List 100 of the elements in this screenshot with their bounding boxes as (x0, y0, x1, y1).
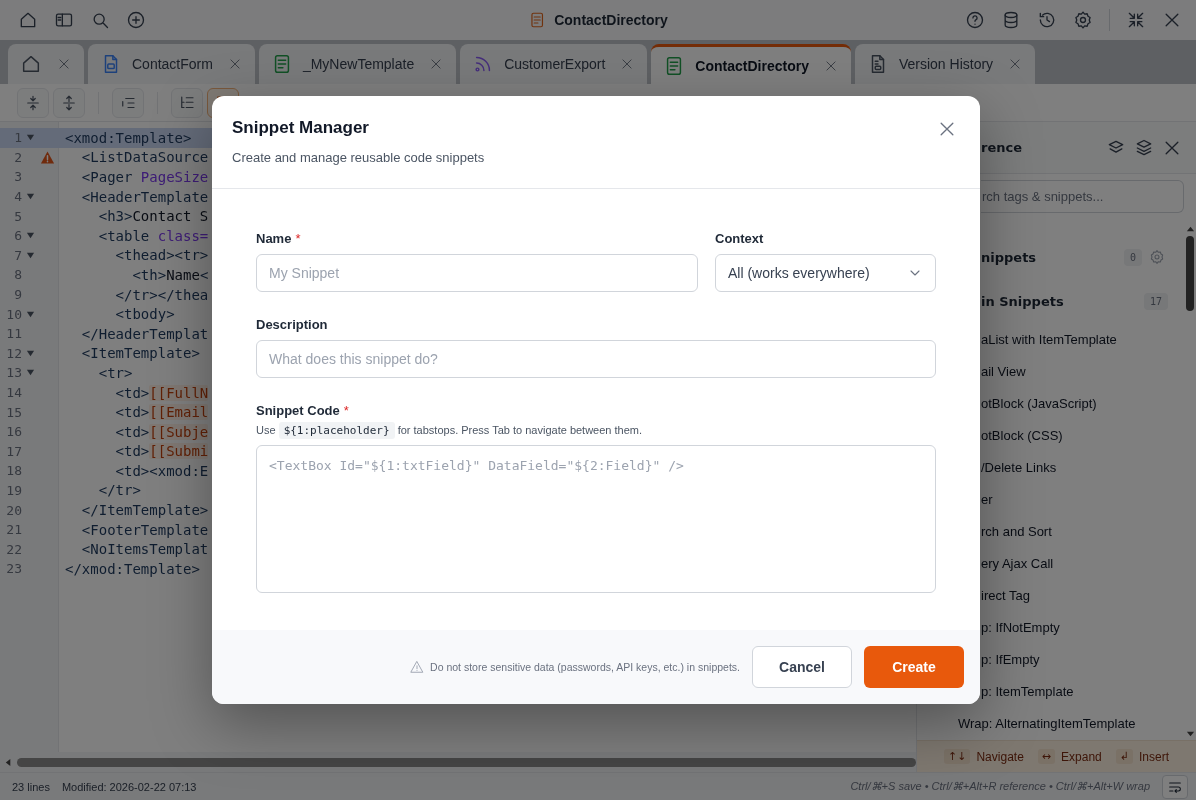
close-icon (57, 57, 71, 71)
hint-label: Expand (1061, 749, 1102, 764)
fold-arrow-icon[interactable] (25, 309, 35, 319)
section-title[interactable]: nippets (981, 249, 1037, 265)
plus-circle-icon (126, 10, 146, 30)
key-hint: ↲ (1115, 749, 1133, 764)
line-number: 13 (5, 365, 22, 381)
code-line: <Pager PageSize (80, 169, 209, 185)
line-number: 2 (13, 149, 22, 165)
home-icon (20, 53, 42, 75)
code-line: <th>Name< (131, 266, 209, 283)
line-number: 6 (13, 228, 22, 244)
dialog-title: Snippet Manager (232, 118, 370, 138)
required-marker: * (343, 403, 349, 418)
expand-button[interactable] (53, 87, 85, 118)
scroll-left-icon[interactable] (4, 757, 13, 767)
line-number: 1 (13, 130, 22, 146)
code-line: <tbody> (114, 306, 175, 323)
search-field[interactable]: rch tags & snippets... (981, 180, 1184, 213)
settings-icon (1073, 10, 1093, 30)
line-number: 20 (5, 502, 22, 518)
description-field[interactable]: What does this snippet do? (256, 340, 936, 378)
section-title[interactable]: in Snippets (981, 293, 1064, 309)
tab[interactable]: CustomerExport (460, 44, 648, 84)
code-line: <FooterTemplate (80, 521, 209, 538)
code-line: <NoItemsTemplat (80, 541, 209, 558)
tab[interactable]: _MyNewTemplate (258, 44, 457, 84)
fold-arrow-icon[interactable] (25, 368, 35, 378)
line-number: 21 (5, 522, 22, 538)
line-number: 15 (5, 404, 22, 420)
field-label: Snippet Code (256, 403, 340, 418)
list-indent-button[interactable] (112, 87, 144, 118)
count-badge: 17 (1143, 292, 1168, 310)
home-icon (18, 10, 38, 30)
field-label: Description (256, 317, 328, 332)
code-line: <td>[[Submi (114, 443, 209, 460)
history-icon (1037, 10, 1057, 30)
modified-date: Modified: 2026-02-22 07:13 (61, 780, 197, 793)
scroll-up-icon[interactable] (1185, 225, 1195, 234)
close-icon (620, 57, 635, 71)
line-number: 8 (13, 267, 22, 283)
key-hint: ↑↓ (944, 749, 971, 764)
tree-list-button[interactable] (171, 87, 203, 118)
key-hint: ↔ (1037, 749, 1056, 764)
code-line: <table class= (97, 227, 209, 244)
line-number: 7 (13, 247, 22, 263)
code-line: <td>[[Email (114, 404, 209, 421)
required-marker: * (295, 231, 301, 246)
create-button[interactable]: Create (864, 646, 964, 688)
tab[interactable]: Version History (854, 44, 1036, 84)
name-field[interactable]: My Snippet (256, 254, 698, 292)
line-number: 18 (5, 463, 22, 479)
snippet-item[interactable]: Wrap: AlternatingItemTemplate (917, 707, 1184, 739)
scrollbar-thumb[interactable] (17, 757, 916, 767)
collapse-icon (24, 93, 42, 112)
tab[interactable]: ContactDirectory (651, 44, 851, 84)
warning-text: Do not store sensitive data (passwords, API keys, etc.) in snippets. (430, 661, 740, 673)
expand-icon (60, 93, 78, 112)
line-number: 4 (13, 189, 22, 205)
hint-label: Insert (1138, 749, 1169, 764)
settings-icon (1149, 249, 1165, 265)
close-icon (227, 57, 242, 71)
shortcut-hints: Ctrl/⌘+S save • Ctrl/⌘+Alt+R reference • Ctrl/⌘+Alt+W wrap (850, 780, 1150, 793)
line-number: 17 (5, 443, 22, 459)
code-line: <ItemTemplate> (80, 345, 200, 362)
cancel-button[interactable]: Cancel (752, 646, 852, 688)
panel-title: rence (981, 140, 1022, 155)
warning-icon (410, 660, 425, 674)
tab[interactable]: ContactForm (88, 44, 255, 84)
code-field[interactable]: <TextBox Id="${1:txtField}" DataField="${2:Field}" /> (256, 445, 936, 593)
code-line: <tr> (97, 364, 133, 381)
context-select[interactable]: All (works everywhere) (715, 254, 936, 292)
line-number: 9 (13, 287, 22, 303)
code-line: </ItemTemplate> (80, 502, 209, 519)
close-tab-button[interactable] (56, 56, 72, 72)
tab[interactable] (8, 44, 84, 84)
layers-icon (1134, 137, 1154, 158)
fold-arrow-icon[interactable] (25, 231, 35, 241)
line-number: 10 (5, 306, 22, 322)
hint-label: Navigate (976, 749, 1024, 764)
fold-arrow-icon[interactable] (25, 192, 35, 202)
code-line: </HeaderTemplat (80, 325, 209, 342)
count-badge: 0 (1123, 248, 1142, 266)
field-label: Name (256, 231, 292, 246)
line-count: 23 lines (12, 780, 50, 793)
scrollbar-thumb[interactable] (1186, 236, 1194, 311)
fold-arrow-icon[interactable] (25, 133, 35, 143)
code-line: <h3>Contact S (97, 208, 209, 225)
wrap-button[interactable] (1162, 774, 1188, 799)
collapse-button[interactable] (17, 87, 49, 118)
fold-arrow-icon[interactable] (25, 348, 35, 358)
close-icon (823, 58, 838, 73)
line-number: 3 (13, 169, 22, 185)
line-number: 23 (5, 561, 22, 577)
scroll-down-icon[interactable] (1185, 729, 1195, 738)
line-number: 22 (5, 541, 22, 557)
line-number: 12 (5, 345, 22, 361)
close-icon (1008, 57, 1023, 71)
fold-arrow-icon[interactable] (25, 250, 35, 260)
code-line: </xmod:Template> (64, 560, 200, 577)
